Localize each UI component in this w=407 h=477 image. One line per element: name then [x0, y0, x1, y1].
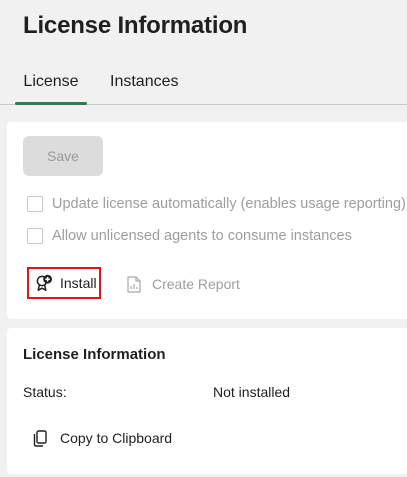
unlicensed-agents-label: Allow unlicensed agents to consume insta…	[52, 228, 352, 244]
unlicensed-agents-option[interactable]: Allow unlicensed agents to consume insta…	[27, 226, 352, 246]
status-value: Not installed	[213, 384, 291, 400]
section-title: License Information	[23, 346, 166, 363]
unlicensed-agents-checkbox[interactable]	[27, 228, 43, 244]
copy-icon	[33, 429, 47, 447]
install-label: Install	[60, 275, 97, 291]
certificate-add-icon	[35, 274, 53, 292]
copy-label: Copy to Clipboard	[60, 430, 173, 446]
copy-to-clipboard-button[interactable]: Copy to Clipboard	[33, 428, 172, 448]
install-button[interactable]: Install	[27, 267, 101, 299]
page-title: License Information	[23, 12, 248, 39]
create-report-button[interactable]: Create Report	[127, 274, 240, 294]
status-label: Status:	[23, 384, 67, 400]
auto-update-option[interactable]: Update license automatically (enables us…	[27, 194, 406, 214]
license-settings-card: Save Update license automatically (enabl…	[7, 122, 407, 319]
tab-license[interactable]: License	[15, 70, 87, 105]
create-report-label: Create Report	[152, 276, 240, 292]
report-document-icon	[127, 275, 141, 293]
tab-bar: License Instances	[0, 70, 407, 105]
auto-update-label: Update license automatically (enables us…	[52, 196, 406, 212]
auto-update-checkbox[interactable]	[27, 196, 43, 212]
save-button[interactable]: Save	[23, 136, 103, 176]
tab-instances[interactable]: Instances	[110, 70, 178, 102]
license-info-card: License Information Status: Not installe…	[7, 328, 407, 474]
